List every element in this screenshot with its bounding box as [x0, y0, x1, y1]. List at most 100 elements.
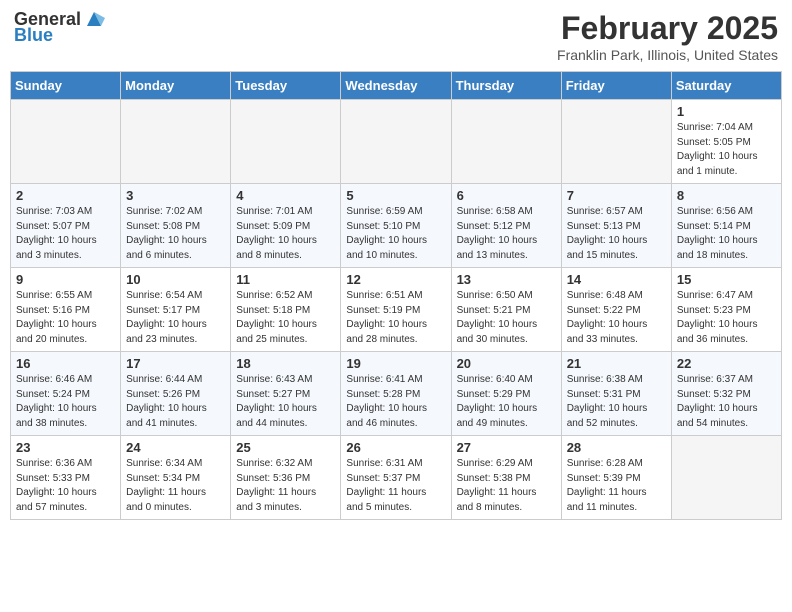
day-number: 16 — [16, 356, 115, 371]
calendar-week-row: 9 Sunrise: 6:55 AM Sunset: 5:16 PM Daylig… — [11, 268, 782, 352]
day-info: Sunrise: 6:57 AM Sunset: 5:13 PM Dayligh… — [567, 205, 666, 263]
weekday-header-thursday: Thursday — [451, 72, 561, 100]
day-info: Sunrise: 7:01 AM Sunset: 5:09 PM Dayligh… — [236, 205, 335, 263]
day-info: Sunrise: 6:38 AM Sunset: 5:31 PM Dayligh… — [567, 373, 666, 431]
calendar-cell: 22Sunrise: 6:37 AM Sunset: 5:32 PM Dayli… — [671, 352, 781, 436]
page-header: General Blue February 2025 Franklin Park… — [10, 10, 782, 63]
day-number: 14 — [567, 272, 666, 287]
day-info: Sunrise: 6:31 AM Sunset: 5:37 PM Dayligh… — [346, 457, 445, 515]
day-info: Sunrise: 6:48 AM Sunset: 5:22 PM Dayligh… — [567, 289, 666, 347]
calendar-cell: 21 Sunrise: 6:38 AM Sunset: 5:31 PM Dayli… — [561, 352, 671, 436]
day-number: 27 — [457, 440, 556, 455]
day-info: Sunrise: 6:59 AM Sunset: 5:10 PM Dayligh… — [346, 205, 445, 263]
day-number: 18 — [236, 356, 335, 371]
calendar-cell: 16 Sunrise: 6:46 AM Sunset: 5:24 PM Dayli… — [11, 352, 121, 436]
day-number: 21 — [567, 356, 666, 371]
calendar-cell: 6Sunrise: 6:58 AM Sunset: 5:12 PM Daylig… — [451, 184, 561, 268]
day-info: Sunrise: 6:41 AM Sunset: 5:28 PM Dayligh… — [346, 373, 445, 431]
calendar-cell: 23 Sunrise: 6:36 AM Sunset: 5:33 PM Dayli… — [11, 436, 121, 520]
day-number: 23 — [16, 440, 115, 455]
day-number: 3 — [126, 188, 225, 203]
day-number: 1 — [677, 104, 776, 119]
day-info: Sunrise: 6:43 AM Sunset: 5:27 PM Dayligh… — [236, 373, 335, 431]
title-area: February 2025 Franklin Park, Illinois, U… — [557, 10, 778, 63]
calendar-cell — [121, 100, 231, 184]
calendar-cell: 7 Sunrise: 6:57 AM Sunset: 5:13 PM Daylig… — [561, 184, 671, 268]
calendar-cell: 15Sunrise: 6:47 AM Sunset: 5:23 PM Dayli… — [671, 268, 781, 352]
day-number: 2 — [16, 188, 115, 203]
day-info: Sunrise: 6:56 AM Sunset: 5:14 PM Dayligh… — [677, 205, 776, 263]
calendar-cell: 3Sunrise: 7:02 AM Sunset: 5:08 PM Daylig… — [121, 184, 231, 268]
calendar-cell: 24 Sunrise: 6:34 AM Sunset: 5:34 PM Dayli… — [121, 436, 231, 520]
day-number: 19 — [346, 356, 445, 371]
calendar-table: SundayMondayTuesdayWednesdayThursdayFrid… — [10, 71, 782, 520]
calendar-cell: 5 Sunrise: 6:59 AM Sunset: 5:10 PM Daylig… — [341, 184, 451, 268]
day-number: 10 — [126, 272, 225, 287]
day-number: 8 — [677, 188, 776, 203]
calendar-cell — [561, 100, 671, 184]
calendar-cell: 2 Sunrise: 7:03 AM Sunset: 5:07 PM Daylig… — [11, 184, 121, 268]
weekday-header-friday: Friday — [561, 72, 671, 100]
calendar-cell: 17 Sunrise: 6:44 AM Sunset: 5:26 PM Dayli… — [121, 352, 231, 436]
day-info: Sunrise: 6:50 AM Sunset: 5:21 PM Dayligh… — [457, 289, 556, 347]
day-info: Sunrise: 6:32 AM Sunset: 5:36 PM Dayligh… — [236, 457, 335, 515]
calendar-cell: 9 Sunrise: 6:55 AM Sunset: 5:16 PM Daylig… — [11, 268, 121, 352]
day-info: Sunrise: 6:55 AM Sunset: 5:16 PM Dayligh… — [16, 289, 115, 347]
calendar-cell: 27Sunrise: 6:29 AM Sunset: 5:38 PM Dayli… — [451, 436, 561, 520]
day-info: Sunrise: 6:44 AM Sunset: 5:26 PM Dayligh… — [126, 373, 225, 431]
day-info: Sunrise: 6:46 AM Sunset: 5:24 PM Dayligh… — [16, 373, 115, 431]
day-number: 7 — [567, 188, 666, 203]
calendar-cell: 18 Sunrise: 6:43 AM Sunset: 5:27 PM Dayli… — [231, 352, 341, 436]
day-number: 5 — [346, 188, 445, 203]
calendar-body: 1 Sunrise: 7:04 AM Sunset: 5:05 PM Daylig… — [11, 100, 782, 520]
calendar-cell: 14 Sunrise: 6:48 AM Sunset: 5:22 PM Dayli… — [561, 268, 671, 352]
calendar-header-row: SundayMondayTuesdayWednesdayThursdayFrid… — [11, 72, 782, 100]
calendar-cell: 13Sunrise: 6:50 AM Sunset: 5:21 PM Dayli… — [451, 268, 561, 352]
calendar-cell — [11, 100, 121, 184]
calendar-cell — [671, 436, 781, 520]
logo: General Blue — [14, 10, 105, 46]
day-info: Sunrise: 7:04 AM Sunset: 5:05 PM Dayligh… — [677, 121, 776, 179]
weekday-header-wednesday: Wednesday — [341, 72, 451, 100]
calendar-cell: 12 Sunrise: 6:51 AM Sunset: 5:19 PM Dayli… — [341, 268, 451, 352]
calendar-cell — [451, 100, 561, 184]
calendar-cell: 28Sunrise: 6:28 AM Sunset: 5:39 PM Dayli… — [561, 436, 671, 520]
calendar-week-row: 2 Sunrise: 7:03 AM Sunset: 5:07 PM Daylig… — [11, 184, 782, 268]
calendar-cell: 10 Sunrise: 6:54 AM Sunset: 5:17 PM Dayli… — [121, 268, 231, 352]
day-info: Sunrise: 6:36 AM Sunset: 5:33 PM Dayligh… — [16, 457, 115, 515]
calendar-week-row: 1 Sunrise: 7:04 AM Sunset: 5:05 PM Daylig… — [11, 100, 782, 184]
location-title: Franklin Park, Illinois, United States — [557, 47, 778, 63]
calendar-week-row: 23 Sunrise: 6:36 AM Sunset: 5:33 PM Dayli… — [11, 436, 782, 520]
weekday-header-saturday: Saturday — [671, 72, 781, 100]
day-info: Sunrise: 6:51 AM Sunset: 5:19 PM Dayligh… — [346, 289, 445, 347]
calendar-cell: 8 Sunrise: 6:56 AM Sunset: 5:14 PM Daylig… — [671, 184, 781, 268]
day-info: Sunrise: 7:03 AM Sunset: 5:07 PM Dayligh… — [16, 205, 115, 263]
calendar-cell: 20Sunrise: 6:40 AM Sunset: 5:29 PM Dayli… — [451, 352, 561, 436]
logo-blue: Blue — [14, 26, 105, 46]
calendar-cell: 25 Sunrise: 6:32 AM Sunset: 5:36 PM Dayli… — [231, 436, 341, 520]
month-title: February 2025 — [557, 10, 778, 47]
day-number: 9 — [16, 272, 115, 287]
weekday-header-sunday: Sunday — [11, 72, 121, 100]
calendar-cell — [231, 100, 341, 184]
calendar-cell: 11 Sunrise: 6:52 AM Sunset: 5:18 PM Dayli… — [231, 268, 341, 352]
day-number: 11 — [236, 272, 335, 287]
day-number: 12 — [346, 272, 445, 287]
day-number: 4 — [236, 188, 335, 203]
day-number: 6 — [457, 188, 556, 203]
day-info: Sunrise: 6:52 AM Sunset: 5:18 PM Dayligh… — [236, 289, 335, 347]
day-number: 28 — [567, 440, 666, 455]
day-number: 20 — [457, 356, 556, 371]
day-number: 25 — [236, 440, 335, 455]
weekday-header-tuesday: Tuesday — [231, 72, 341, 100]
day-number: 26 — [346, 440, 445, 455]
day-info: Sunrise: 6:34 AM Sunset: 5:34 PM Dayligh… — [126, 457, 225, 515]
day-number: 24 — [126, 440, 225, 455]
calendar-cell: 1 Sunrise: 7:04 AM Sunset: 5:05 PM Daylig… — [671, 100, 781, 184]
calendar-cell — [341, 100, 451, 184]
day-number: 15 — [677, 272, 776, 287]
calendar-week-row: 16 Sunrise: 6:46 AM Sunset: 5:24 PM Dayli… — [11, 352, 782, 436]
day-info: Sunrise: 6:54 AM Sunset: 5:17 PM Dayligh… — [126, 289, 225, 347]
calendar-cell: 26 Sunrise: 6:31 AM Sunset: 5:37 PM Dayli… — [341, 436, 451, 520]
day-number: 17 — [126, 356, 225, 371]
